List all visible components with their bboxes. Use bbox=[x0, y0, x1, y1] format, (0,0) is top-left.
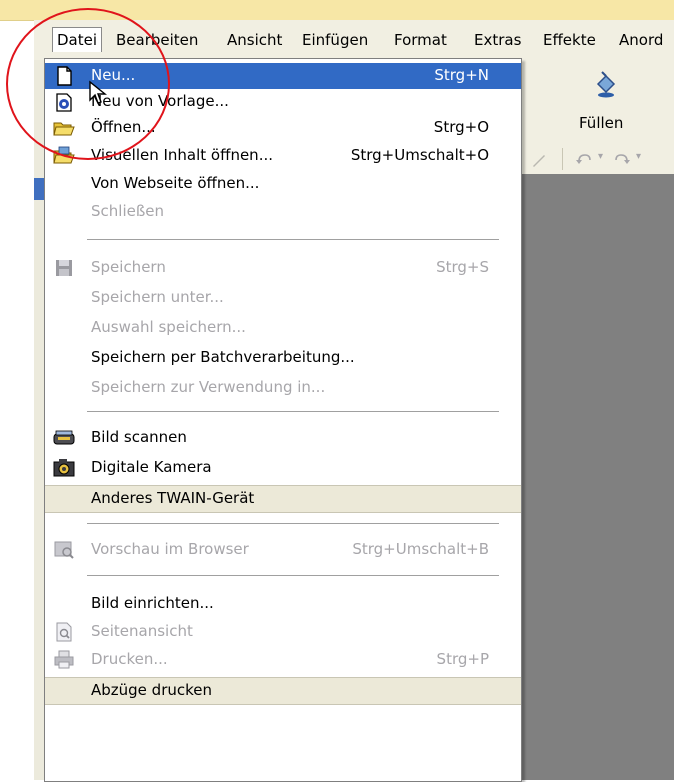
menu-item-label: Abzüge drucken bbox=[91, 681, 213, 699]
menu-item-label: Auswahl speichern... bbox=[91, 318, 246, 336]
menu-item-schliessen[interactable]: Schließen bbox=[45, 199, 521, 225]
menu-item-label: Bild scannen bbox=[91, 428, 187, 446]
mouse-pointer-icon bbox=[88, 80, 108, 110]
fill-button-label[interactable]: Füllen bbox=[579, 114, 623, 132]
menu-item-label: Anderes TWAIN-Gerät bbox=[91, 489, 255, 507]
save-disk-icon bbox=[53, 257, 75, 279]
undo-icon[interactable] bbox=[574, 151, 594, 173]
menu-item-bild-scannen[interactable]: Bild scannen bbox=[45, 425, 521, 451]
menu-item-seitenansicht[interactable]: Seitenansicht bbox=[45, 619, 521, 645]
menu-item-label: Bild einrichten... bbox=[91, 594, 214, 612]
menu-item-bild-einrichten[interactable]: Bild einrichten... bbox=[45, 591, 521, 617]
panel-tab[interactable] bbox=[34, 178, 44, 200]
menu-item-label: Schließen bbox=[91, 202, 165, 220]
menu-anordnen[interactable]: Anord bbox=[619, 31, 663, 49]
menu-item-digitale-kamera[interactable]: Digitale Kamera bbox=[45, 455, 521, 481]
menu-separator bbox=[87, 523, 499, 524]
menu-separator bbox=[87, 239, 499, 240]
printer-icon bbox=[53, 649, 75, 671]
menu-item-shortcut: Strg+Umschalt+O bbox=[350, 146, 489, 164]
menu-item-label: Seitenansicht bbox=[91, 622, 193, 640]
paint-bucket-icon[interactable] bbox=[590, 70, 620, 104]
scanner-icon bbox=[53, 427, 75, 449]
menu-item-label: Speichern per Batchverarbeitung... bbox=[91, 348, 355, 366]
canvas-workspace[interactable] bbox=[520, 174, 674, 780]
menu-item-label: Drucken... bbox=[91, 650, 168, 668]
secondary-toolbar: ▾ ▾ bbox=[520, 146, 674, 175]
camera-icon bbox=[53, 457, 75, 479]
menu-item-label: Digitale Kamera bbox=[91, 458, 212, 476]
menu-extras[interactable]: Extras bbox=[474, 31, 521, 49]
menu-item-abzuege-drucken[interactable]: Abzüge drucken bbox=[45, 677, 521, 705]
menu-ansicht[interactable]: Ansicht bbox=[227, 31, 282, 49]
menu-format[interactable]: Format bbox=[394, 31, 447, 49]
redo-dropdown-icon[interactable]: ▾ bbox=[636, 151, 641, 162]
menu-separator bbox=[87, 575, 499, 576]
menu-separator bbox=[87, 411, 499, 412]
menu-item-label: Speichern unter... bbox=[91, 288, 224, 306]
menu-item-label: Vorschau im Browser bbox=[91, 540, 249, 558]
menu-item-speichern-unter[interactable]: Speichern unter... bbox=[45, 285, 521, 311]
menu-item-batchverarbeitung[interactable]: Speichern per Batchverarbeitung... bbox=[45, 345, 521, 371]
menu-item-von-webseite[interactable]: Von Webseite öffnen... bbox=[45, 171, 521, 197]
menu-effekte[interactable]: Effekte bbox=[543, 31, 596, 49]
menu-item-shortcut: Strg+S bbox=[436, 258, 489, 276]
menu-item-twain-geraet[interactable]: Anderes TWAIN-Gerät bbox=[45, 485, 521, 513]
menu-item-shortcut: Strg+O bbox=[433, 118, 489, 136]
menu-item-drucken[interactable]: Drucken... Strg+P bbox=[45, 647, 521, 673]
menu-item-label: Speichern bbox=[91, 258, 166, 276]
toolbar-divider bbox=[562, 148, 563, 170]
menu-item-auswahl-speichern[interactable]: Auswahl speichern... bbox=[45, 315, 521, 341]
menu-item-shortcut: Strg+Umschalt+B bbox=[352, 540, 489, 558]
main-toolbar: Füllen bbox=[520, 60, 674, 147]
menu-item-shortcut: Strg+N bbox=[434, 66, 489, 84]
undo-dropdown-icon[interactable]: ▾ bbox=[598, 151, 603, 162]
file-menu-dropdown: Neu... Strg+N Neu von Vorlage... Öffnen.… bbox=[44, 58, 522, 782]
menu-item-label: Von Webseite öffnen... bbox=[91, 174, 260, 192]
left-panel-strip bbox=[34, 60, 44, 780]
brush-icon[interactable] bbox=[530, 151, 548, 173]
menu-item-speichern[interactable]: Speichern Strg+S bbox=[45, 255, 521, 281]
redo-icon[interactable] bbox=[612, 151, 632, 173]
menu-item-shortcut: Strg+P bbox=[436, 650, 489, 668]
page-preview-icon bbox=[53, 621, 75, 643]
menu-item-vorschau-browser[interactable]: Vorschau im Browser Strg+Umschalt+B bbox=[45, 537, 521, 563]
menu-einfuegen[interactable]: Einfügen bbox=[302, 31, 368, 49]
menu-item-label: Speichern zur Verwendung in... bbox=[91, 378, 326, 396]
menu-item-speichern-zur-verwendung[interactable]: Speichern zur Verwendung in... bbox=[45, 375, 521, 401]
browser-preview-icon bbox=[53, 539, 75, 561]
